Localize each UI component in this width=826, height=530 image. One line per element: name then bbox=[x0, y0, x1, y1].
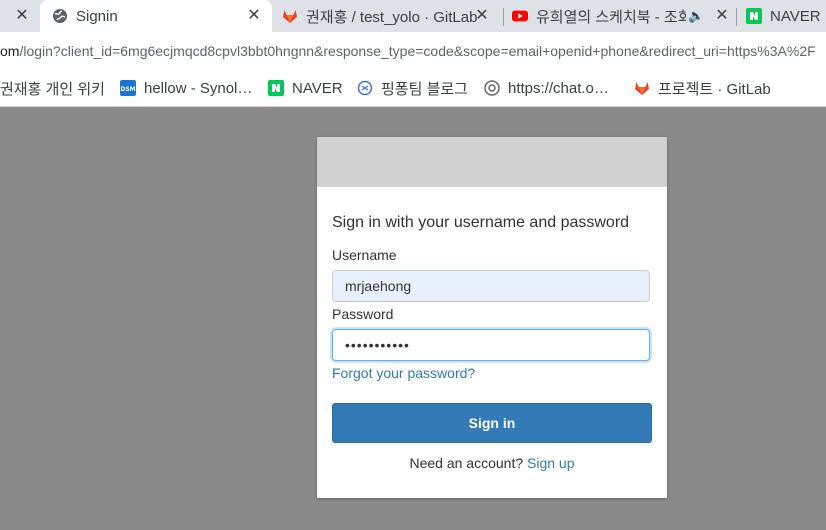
modal-header bbox=[317, 137, 667, 187]
gitlab-icon bbox=[634, 80, 650, 96]
tab-label: NAVER bbox=[770, 7, 821, 25]
bookmark-label: 프로젝트 · GitLab bbox=[658, 80, 771, 98]
forgot-password-link[interactable]: Forgot your password? bbox=[332, 365, 475, 381]
youtube-icon bbox=[512, 8, 528, 24]
tab-label: Signin bbox=[76, 7, 118, 25]
tab-separator bbox=[736, 8, 737, 26]
naver-icon bbox=[268, 80, 284, 96]
tab-0[interactable]: ✕ bbox=[0, 0, 40, 32]
dsm-icon: DSM bbox=[120, 80, 136, 96]
close-icon[interactable]: ✕ bbox=[246, 8, 262, 24]
bookmark-wiki[interactable]: 권재홍 개인 위키 bbox=[0, 70, 105, 106]
globe-icon bbox=[52, 8, 68, 24]
need-account-text: Need an account? bbox=[409, 455, 524, 471]
tab-gitlab[interactable]: 권재홍 / test_yolo · GitLab ✕ bbox=[282, 0, 500, 32]
svg-text:DSM: DSM bbox=[120, 86, 135, 93]
naver-icon bbox=[746, 8, 762, 24]
signin-title: Sign in with your username and password bbox=[332, 214, 630, 231]
blog-icon bbox=[357, 80, 373, 96]
password-label: Password bbox=[332, 306, 394, 322]
signup-link[interactable]: Sign up bbox=[527, 455, 574, 471]
password-input[interactable]: ••••••••••• bbox=[332, 329, 650, 361]
username-label: Username bbox=[332, 247, 397, 263]
tab-youtube[interactable]: 유희열의 스케치북 - 조회 🔈 ✕ bbox=[512, 0, 734, 32]
openai-icon bbox=[484, 80, 500, 96]
tab-signin[interactable]: Signin ✕ bbox=[40, 0, 272, 32]
bookmark-label: NAVER bbox=[292, 79, 343, 97]
bookmark-synology[interactable]: DSM hellow - Synol… bbox=[120, 70, 252, 106]
tab-separator bbox=[503, 8, 504, 26]
bookmark-naver[interactable]: NAVER bbox=[268, 70, 343, 106]
tab-label: 권재홍 / test_yolo · GitLab bbox=[306, 8, 478, 26]
signin-modal: Sign in with your username and password … bbox=[317, 137, 667, 498]
tab-naver[interactable]: NAVER bbox=[746, 0, 826, 32]
url-host: om bbox=[0, 43, 20, 59]
tab-label: 유희열의 스케치북 - 조회 bbox=[536, 8, 686, 26]
gitlab-icon bbox=[282, 8, 298, 24]
bookmark-label: 핑퐁팀 블로그 bbox=[381, 80, 468, 98]
bookmark-label: https://chat.o… bbox=[508, 79, 609, 97]
speaker-icon[interactable]: 🔈 bbox=[688, 8, 704, 24]
bookmark-label: 권재홍 개인 위키 bbox=[0, 80, 105, 98]
bookmark-chat[interactable]: https://chat.o… bbox=[484, 70, 609, 106]
bookmark-gitlab[interactable]: 프로젝트 · GitLab bbox=[634, 70, 771, 106]
username-input[interactable]: mrjaehong bbox=[332, 270, 650, 302]
address-bar[interactable]: om/login?client_id=6mg6ecjmqcd8cpvl3bbt0… bbox=[0, 32, 826, 70]
close-icon[interactable]: ✕ bbox=[474, 8, 490, 24]
signin-button[interactable]: Sign in bbox=[332, 403, 652, 443]
bookmarks-bar: 권재홍 개인 위키 DSM hellow - Synol… NAVER 핑퐁팀 … bbox=[0, 70, 826, 107]
bookmark-blog[interactable]: 핑퐁팀 블로그 bbox=[357, 70, 468, 106]
close-icon[interactable]: ✕ bbox=[714, 8, 730, 24]
close-icon[interactable]: ✕ bbox=[14, 8, 30, 24]
tab-strip: ✕ Signin ✕ 권재홍 / test_yolo · GitLab ✕ 유희… bbox=[0, 0, 826, 32]
page-background: Sign in with your username and password … bbox=[0, 107, 826, 530]
signup-prompt: Need an account? Sign up bbox=[317, 455, 667, 471]
url-field[interactable]: om/login?client_id=6mg6ecjmqcd8cpvl3bbt0… bbox=[0, 40, 826, 62]
url-path: /login?client_id=6mg6ecjmqcd8cpvl3bbt0hn… bbox=[19, 43, 816, 59]
bookmark-label: hellow - Synol… bbox=[144, 79, 253, 97]
